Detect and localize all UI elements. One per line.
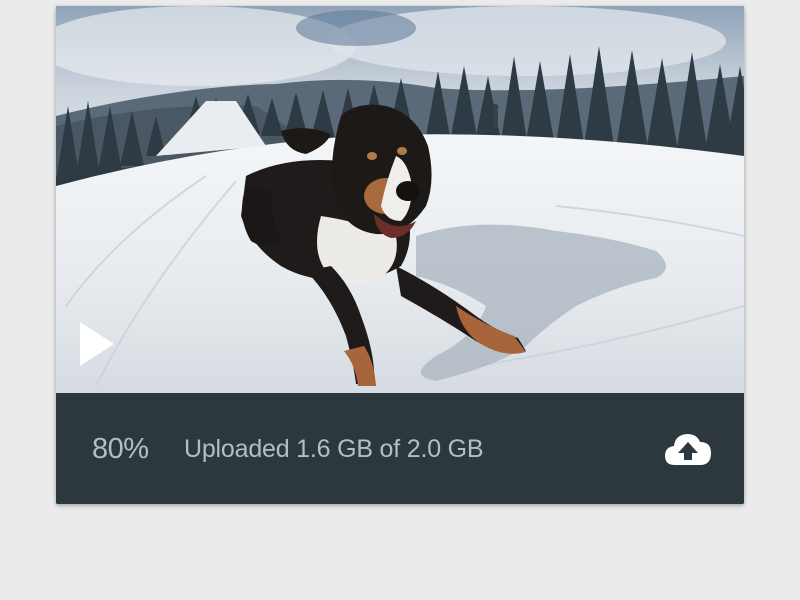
video-thumbnail[interactable]	[56, 6, 744, 393]
upload-status-bar: 80% Uploaded 1.6 GB of 2.0 GB	[56, 393, 744, 504]
upload-percent: 80%	[92, 433, 149, 465]
play-icon	[80, 322, 114, 366]
thumbnail-image	[56, 6, 744, 393]
play-button[interactable]	[78, 320, 118, 368]
upload-status-text: Uploaded 1.6 GB of 2.0 GB	[184, 435, 484, 463]
upload-card: 80% Uploaded 1.6 GB of 2.0 GB	[56, 6, 744, 504]
cloud-upload-icon	[665, 434, 711, 465]
upload-button[interactable]	[662, 429, 714, 469]
